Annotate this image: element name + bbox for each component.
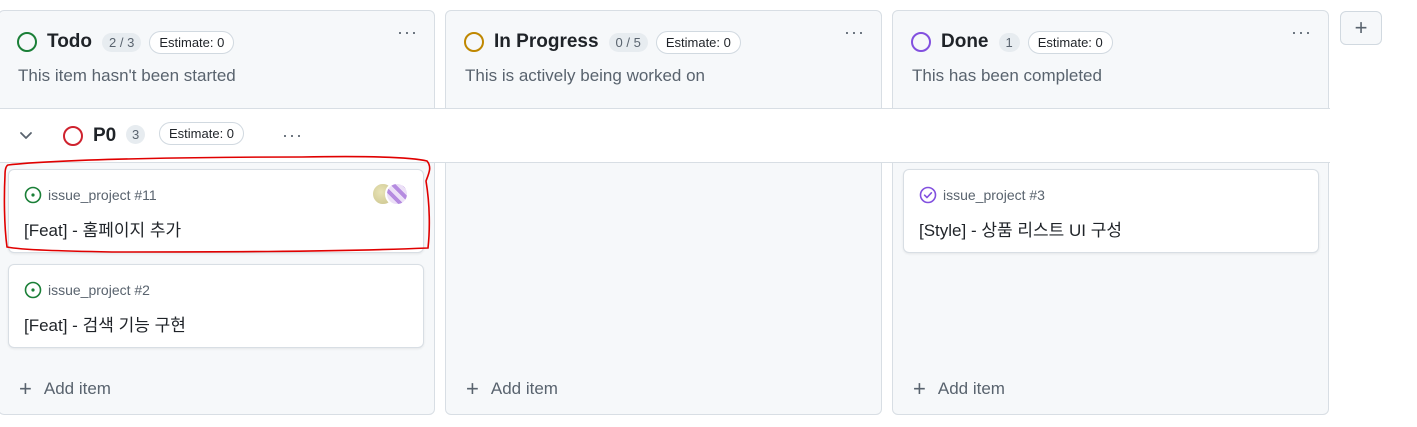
group-count-badge: 3 bbox=[126, 125, 146, 144]
group-title: P0 bbox=[93, 125, 117, 146]
estimate-badge: Estimate: 0 bbox=[655, 30, 741, 54]
plus-icon: + bbox=[913, 376, 926, 401]
estimate-badge: Estimate: 0 bbox=[1027, 30, 1113, 54]
group-estimate-badge: Estimate: 0 bbox=[159, 122, 245, 145]
assignees bbox=[371, 182, 409, 206]
column-title: Done bbox=[941, 31, 989, 52]
issue-title[interactable]: [Feat] - 검색 기능 구현 bbox=[24, 311, 186, 336]
estimate-badge: Estimate: 0 bbox=[149, 30, 235, 54]
add-item-button[interactable]: + Add item bbox=[466, 378, 558, 400]
count-badge: 2 / 3 bbox=[102, 32, 142, 52]
plus-icon: + bbox=[466, 376, 479, 401]
project-board: Todo 2 / 3 Estimate: 0 ··· This item has… bbox=[0, 0, 1417, 427]
chevron-down-icon[interactable] bbox=[18, 127, 34, 143]
column-header: Todo 2 / 3 Estimate: 0 ··· This item has… bbox=[0, 11, 434, 109]
column-title: In Progress bbox=[494, 31, 599, 52]
count-badge: 1 bbox=[998, 32, 1020, 52]
issue-title[interactable]: [Style] - 상품 리스트 UI 구성 bbox=[919, 216, 1122, 241]
column-in-progress: In Progress 0 / 5 Estimate: 0 ··· This i… bbox=[445, 10, 882, 415]
add-item-button[interactable]: + Add item bbox=[19, 378, 111, 400]
issue-reference[interactable]: issue_project #2 bbox=[48, 282, 150, 298]
avatar[interactable] bbox=[385, 182, 409, 206]
issue-title[interactable]: [Feat] - 홈페이지 추가 bbox=[24, 216, 181, 241]
group-more-button[interactable]: ··· bbox=[282, 126, 303, 144]
issue-card[interactable]: issue_project #2 [Feat] - 검색 기능 구현 bbox=[8, 264, 424, 348]
issue-closed-icon bbox=[919, 186, 937, 204]
priority-circle-icon bbox=[63, 126, 83, 146]
status-circle-icon bbox=[911, 32, 931, 52]
column-header: In Progress 0 / 5 Estimate: 0 ··· This i… bbox=[446, 11, 881, 109]
column-more-button[interactable]: ··· bbox=[844, 23, 865, 41]
column-more-button[interactable]: ··· bbox=[397, 23, 418, 41]
plus-icon: + bbox=[19, 376, 32, 401]
add-item-label: Add item bbox=[490, 379, 558, 398]
column-more-button[interactable]: ··· bbox=[1291, 23, 1312, 41]
issue-card[interactable]: issue_project #3 [Style] - 상품 리스트 UI 구성 bbox=[903, 169, 1319, 253]
column-description: This is actively being worked on bbox=[465, 66, 706, 85]
column-description: This item hasn't been started bbox=[18, 66, 236, 85]
add-item-button[interactable]: + Add item bbox=[913, 378, 1005, 400]
status-circle-icon bbox=[17, 32, 37, 52]
group-row-p0: P0 3 Estimate: 0 ··· bbox=[0, 108, 1330, 163]
add-item-label: Add item bbox=[937, 379, 1005, 398]
issue-opened-icon bbox=[24, 186, 42, 204]
column-description: This has been completed bbox=[912, 66, 1102, 85]
count-badge: 0 / 5 bbox=[608, 32, 648, 52]
issue-reference[interactable]: issue_project #11 bbox=[48, 187, 157, 203]
add-column-button[interactable]: + bbox=[1340, 11, 1382, 45]
column-title: Todo bbox=[47, 31, 93, 52]
issue-reference[interactable]: issue_project #3 bbox=[943, 187, 1045, 203]
status-circle-icon bbox=[464, 32, 484, 52]
add-item-label: Add item bbox=[43, 379, 111, 398]
column-header: Done 1 Estimate: 0 ··· This has been com… bbox=[893, 11, 1328, 109]
issue-opened-icon bbox=[24, 281, 42, 299]
issue-card[interactable]: issue_project #11 [Feat] - 홈페이지 추가 bbox=[8, 169, 424, 253]
